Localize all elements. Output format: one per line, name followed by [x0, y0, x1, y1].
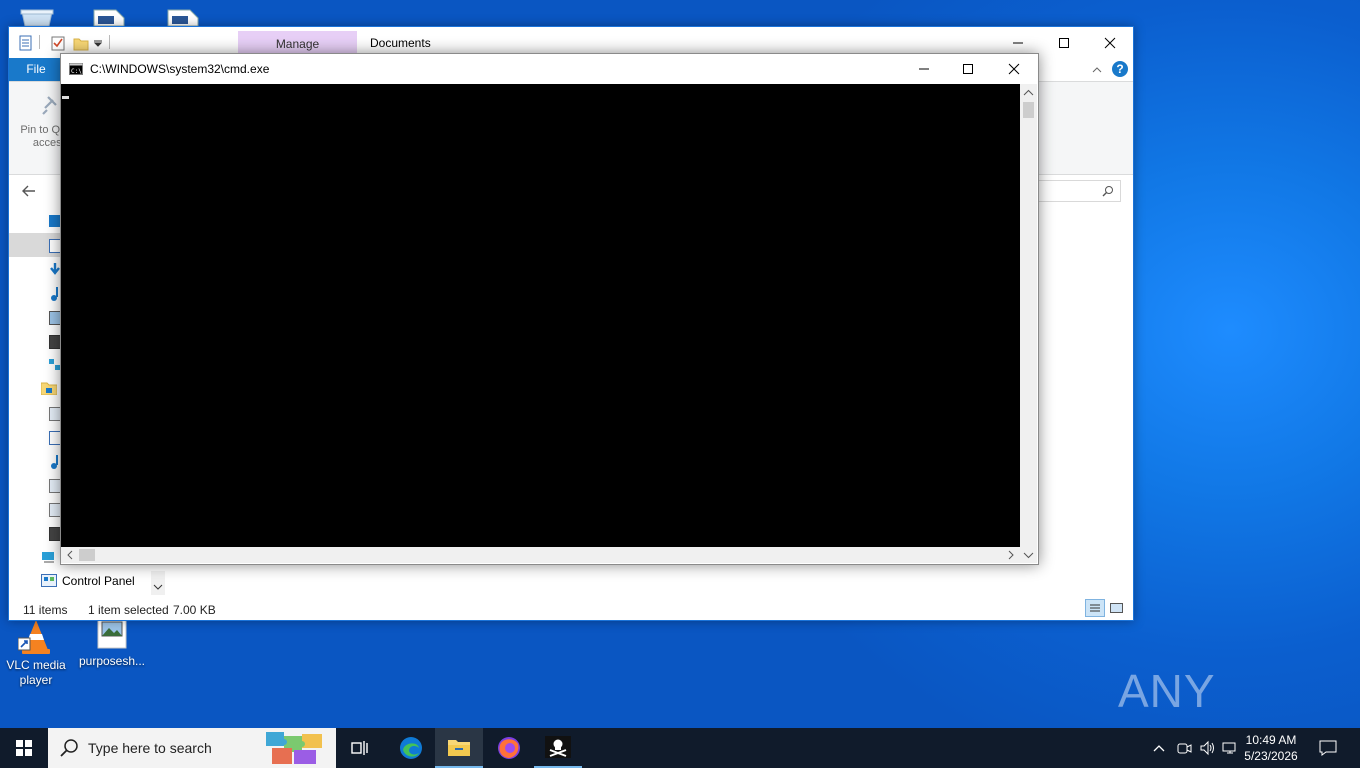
notifications-icon[interactable]: [1319, 740, 1337, 756]
status-bar: 11 items 1 item selected 7.00 KB: [9, 599, 1133, 619]
desktop-icon-purposesh[interactable]: purposesh...: [76, 614, 148, 669]
qat-separator: [39, 35, 40, 49]
tab-file[interactable]: File: [9, 58, 63, 81]
minimize-icon: [919, 68, 929, 70]
network-icon[interactable]: [1222, 740, 1238, 756]
vertical-scrollbar[interactable]: [1020, 84, 1037, 547]
taskbar-edge[interactable]: [387, 728, 435, 768]
chevron-down-icon[interactable]: [93, 37, 107, 51]
minimize-button[interactable]: [901, 54, 947, 84]
scroll-left-icon[interactable]: [63, 547, 77, 563]
task-view-icon: [351, 741, 368, 755]
selection-count: 1 item selected: [88, 603, 169, 617]
document-icon[interactable]: [164, 8, 202, 27]
scrollbar-corner: [1020, 547, 1037, 563]
task-view-button[interactable]: [336, 728, 384, 768]
checklist-icon[interactable]: [51, 35, 65, 51]
folder-icon[interactable]: [40, 381, 58, 396]
details-view-button[interactable]: [1085, 599, 1105, 617]
start-button[interactable]: [0, 728, 48, 768]
taskbar-pirate-app[interactable]: [534, 728, 582, 768]
clock-date: 5/23/2026: [1244, 749, 1298, 763]
control-panel-icon: [41, 574, 57, 588]
selection-size: 7.00 KB: [173, 603, 216, 617]
taskbar-search-box[interactable]: Type here to search: [48, 728, 336, 768]
search-icon: [60, 739, 78, 757]
new-folder-icon[interactable]: [73, 35, 89, 51]
volume-icon[interactable]: [1199, 740, 1215, 756]
windows-logo-icon: [16, 740, 32, 756]
search-input[interactable]: [1027, 180, 1121, 202]
desktop-icon-vlc[interactable]: VLC media player: [0, 618, 72, 688]
details-view-icon: [1090, 604, 1100, 612]
firefox-icon: [498, 737, 520, 759]
anyrun-watermark: ANY RUN: [1118, 656, 1318, 728]
text-cursor: [62, 96, 69, 99]
close-icon: [1008, 63, 1020, 75]
show-hidden-icons-icon[interactable]: [1151, 740, 1167, 756]
svg-text:C:\: C:\: [71, 68, 82, 75]
search-highlight-puzzle-icon: [266, 730, 328, 766]
horizontal-scroll-thumb[interactable]: [79, 549, 95, 561]
horizontal-scrollbar[interactable]: [61, 547, 1020, 563]
minimize-icon: [1013, 42, 1023, 43]
cmd-titlebar[interactable]: C:\ C:\WINDOWS\system32\cmd.exe: [61, 54, 1038, 84]
large-icons-view-icon: [1110, 603, 1123, 613]
maximize-button[interactable]: [945, 54, 991, 84]
window-title: Documents: [370, 36, 431, 50]
scroll-up-icon[interactable]: [1020, 86, 1037, 100]
back-arrow-icon[interactable]: [21, 184, 37, 198]
qat-separator: [109, 35, 110, 49]
clock-time: 10:49 AM: [1245, 733, 1297, 747]
ribbon-collapse-icon[interactable]: [1091, 64, 1103, 74]
recycle-bin-icon[interactable]: [18, 8, 56, 27]
cmd-window[interactable]: C:\ C:\WINDOWS\system32\cmd.exe: [60, 53, 1039, 565]
close-button[interactable]: [1087, 27, 1133, 58]
edge-icon: [400, 737, 422, 759]
taskbar: Type here to search 10:49 AM 5/23/2026: [0, 728, 1360, 768]
help-icon[interactable]: ?: [1112, 61, 1128, 77]
cmd-title: C:\WINDOWS\system32\cmd.exe: [90, 62, 270, 76]
vlc-icon: [17, 618, 54, 654]
system-clock[interactable]: 10:49 AM 5/23/2026: [1238, 732, 1304, 764]
watermark-text: ANY RUN: [1118, 665, 1220, 728]
maximize-button[interactable]: [1041, 27, 1087, 58]
network-icon[interactable]: [41, 549, 57, 563]
desktop-icon-label: VLC media player: [6, 658, 66, 687]
console-output[interactable]: [61, 84, 1020, 547]
document-icon[interactable]: [90, 8, 128, 27]
chevron-down-icon[interactable]: [151, 571, 165, 595]
search-placeholder: Type here to search: [88, 740, 212, 756]
cmd-icon: C:\: [69, 63, 83, 75]
maximize-icon: [1059, 37, 1069, 48]
pirate-flag-icon: [545, 736, 571, 758]
file-explorer-icon: [448, 740, 470, 756]
close-button[interactable]: [991, 54, 1037, 84]
sidebar-item-control-panel[interactable]: Control Panel: [39, 571, 165, 595]
search-icon: [1102, 186, 1113, 197]
large-icons-view-button[interactable]: [1109, 601, 1125, 615]
vertical-scroll-thumb[interactable]: [1023, 102, 1034, 118]
properties-icon[interactable]: [19, 35, 33, 51]
taskbar-firefox[interactable]: [485, 728, 533, 768]
item-count: 11 items: [23, 603, 68, 617]
navigation-pane: [9, 209, 65, 597]
meet-now-icon[interactable]: [1176, 740, 1192, 756]
sidebar-item-label: Control Panel: [62, 574, 135, 588]
scroll-down-icon[interactable]: [1020, 547, 1037, 563]
taskbar-file-explorer[interactable]: [435, 728, 483, 768]
scroll-right-icon[interactable]: [1004, 547, 1018, 563]
pin-icon[interactable]: [39, 94, 59, 118]
close-icon: [1104, 37, 1116, 48]
desktop-icon-label: purposesh...: [78, 654, 146, 668]
maximize-icon: [963, 64, 973, 74]
